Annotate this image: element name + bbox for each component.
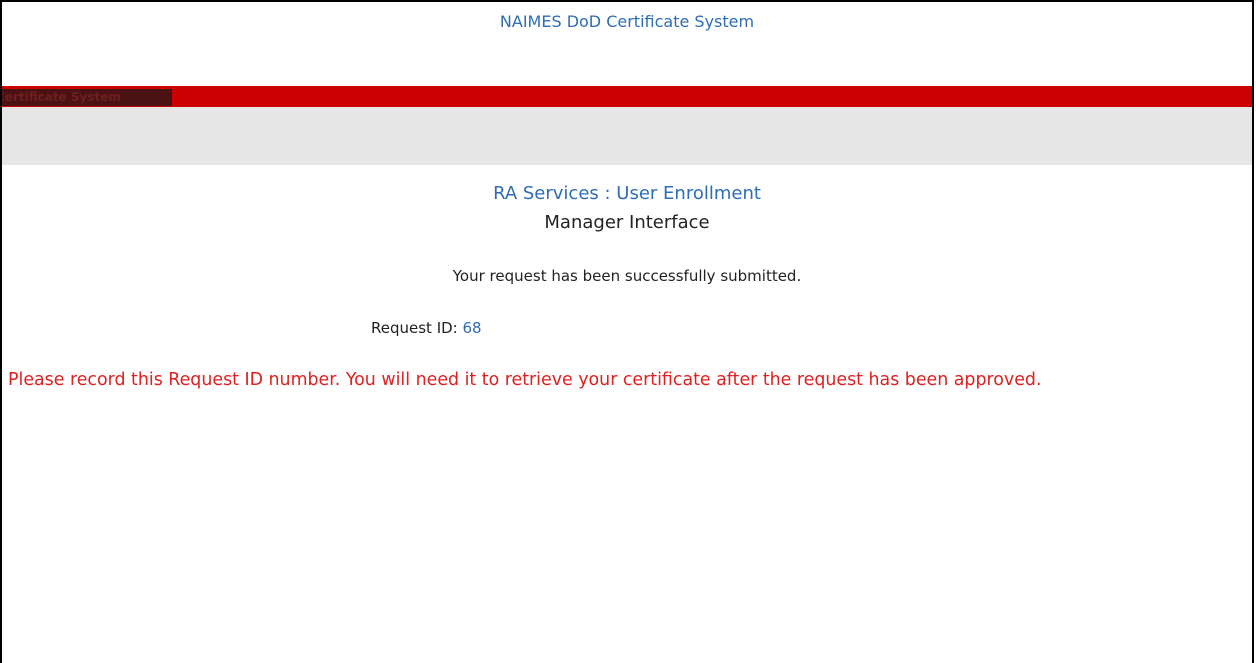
header-gray-band bbox=[2, 107, 1252, 165]
page-heading: RA Services : User Enrollment bbox=[2, 183, 1252, 204]
page-frame: NAIMES DoD Certificate System Certificat… bbox=[0, 0, 1254, 663]
request-id-value: 68 bbox=[462, 319, 482, 337]
success-message: Your request has been successfully submi… bbox=[452, 267, 802, 285]
page-subtitle: Manager Interface bbox=[544, 212, 710, 233]
site-title: NAIMES DoD Certificate System bbox=[499, 12, 755, 31]
header-red-bar: Certificate System bbox=[2, 86, 1252, 107]
page-title: User Enrollment bbox=[616, 183, 761, 204]
section-title: RA Services bbox=[493, 183, 599, 204]
heading-separator: : bbox=[598, 183, 617, 204]
header-bar-label: Certificate System bbox=[2, 89, 172, 106]
request-id-row: Request ID: 68 bbox=[371, 319, 482, 337]
request-id-label: Request ID: bbox=[371, 319, 463, 337]
warning-message: Please record this Request ID number. Yo… bbox=[8, 370, 1042, 390]
